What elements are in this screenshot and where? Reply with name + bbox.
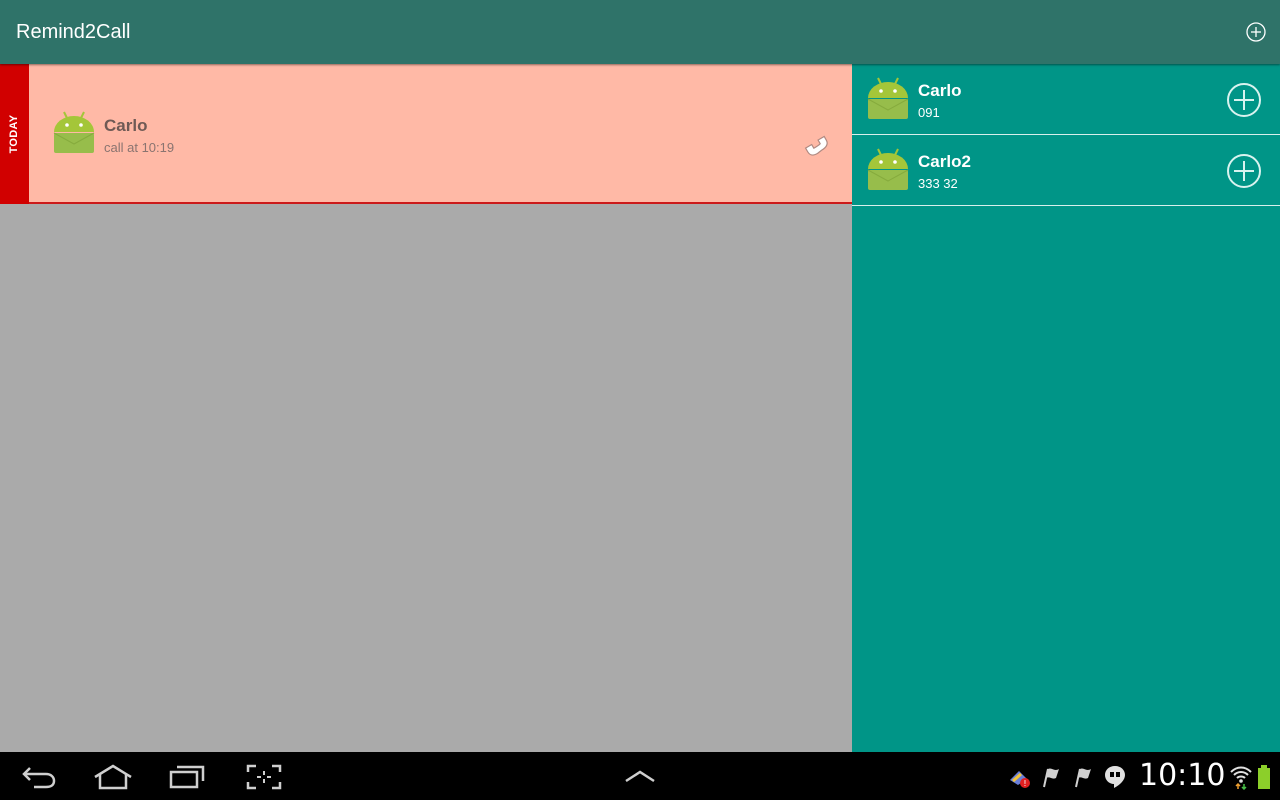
expand-up-icon[interactable] <box>624 768 656 784</box>
wifi-icon <box>1230 766 1252 790</box>
reminder-list: TODAY Carlo call at 10:19 <box>0 64 852 752</box>
contact-item[interactable]: Carlo 091 <box>852 64 1280 135</box>
home-icon[interactable] <box>92 763 134 791</box>
back-icon[interactable] <box>20 764 58 790</box>
android-icon <box>867 148 909 190</box>
contact-number: 333 32 <box>918 176 958 191</box>
phone-icon[interactable] <box>784 112 830 158</box>
svg-text:!: ! <box>1023 779 1026 788</box>
flag-icon[interactable] <box>1040 765 1062 789</box>
add-circle-icon[interactable] <box>1225 152 1263 190</box>
hangouts-icon[interactable] <box>1103 764 1127 790</box>
contact-name: Carlo2 <box>918 152 971 171</box>
battery-icon <box>1258 765 1270 789</box>
contacts-panel: Carlo 091 Carlo2 333 32 <box>852 64 1280 752</box>
android-icon <box>867 77 909 119</box>
contact-item[interactable]: Carlo2 333 32 <box>852 135 1280 206</box>
app-root: Remind2Call TODAY Carlo call at 10:19 Ca… <box>0 0 1280 800</box>
contact-number: 091 <box>918 105 940 120</box>
action-bar: Remind2Call <box>0 0 1280 64</box>
system-nav-bar: ! <box>0 752 1280 800</box>
section-label: TODAY <box>8 114 20 154</box>
reminder-item[interactable]: TODAY Carlo call at 10:19 <box>0 64 852 204</box>
section-strip: TODAY <box>0 64 29 204</box>
notification-alert-icon[interactable]: ! <box>1007 765 1031 789</box>
screenshot-icon[interactable] <box>246 764 282 790</box>
app-title: Remind2Call <box>16 21 131 43</box>
recent-apps-icon[interactable] <box>168 764 206 790</box>
contact-name: Carlo <box>918 81 962 100</box>
reminder-name: Carlo <box>104 116 148 135</box>
android-icon <box>53 111 95 153</box>
add-circle-icon[interactable] <box>1225 81 1263 119</box>
flag-icon[interactable] <box>1072 765 1094 789</box>
add-circle-icon[interactable] <box>1246 22 1266 42</box>
reminder-time: call at 10:19 <box>104 140 175 155</box>
clock: 10:10 <box>1139 758 1226 793</box>
